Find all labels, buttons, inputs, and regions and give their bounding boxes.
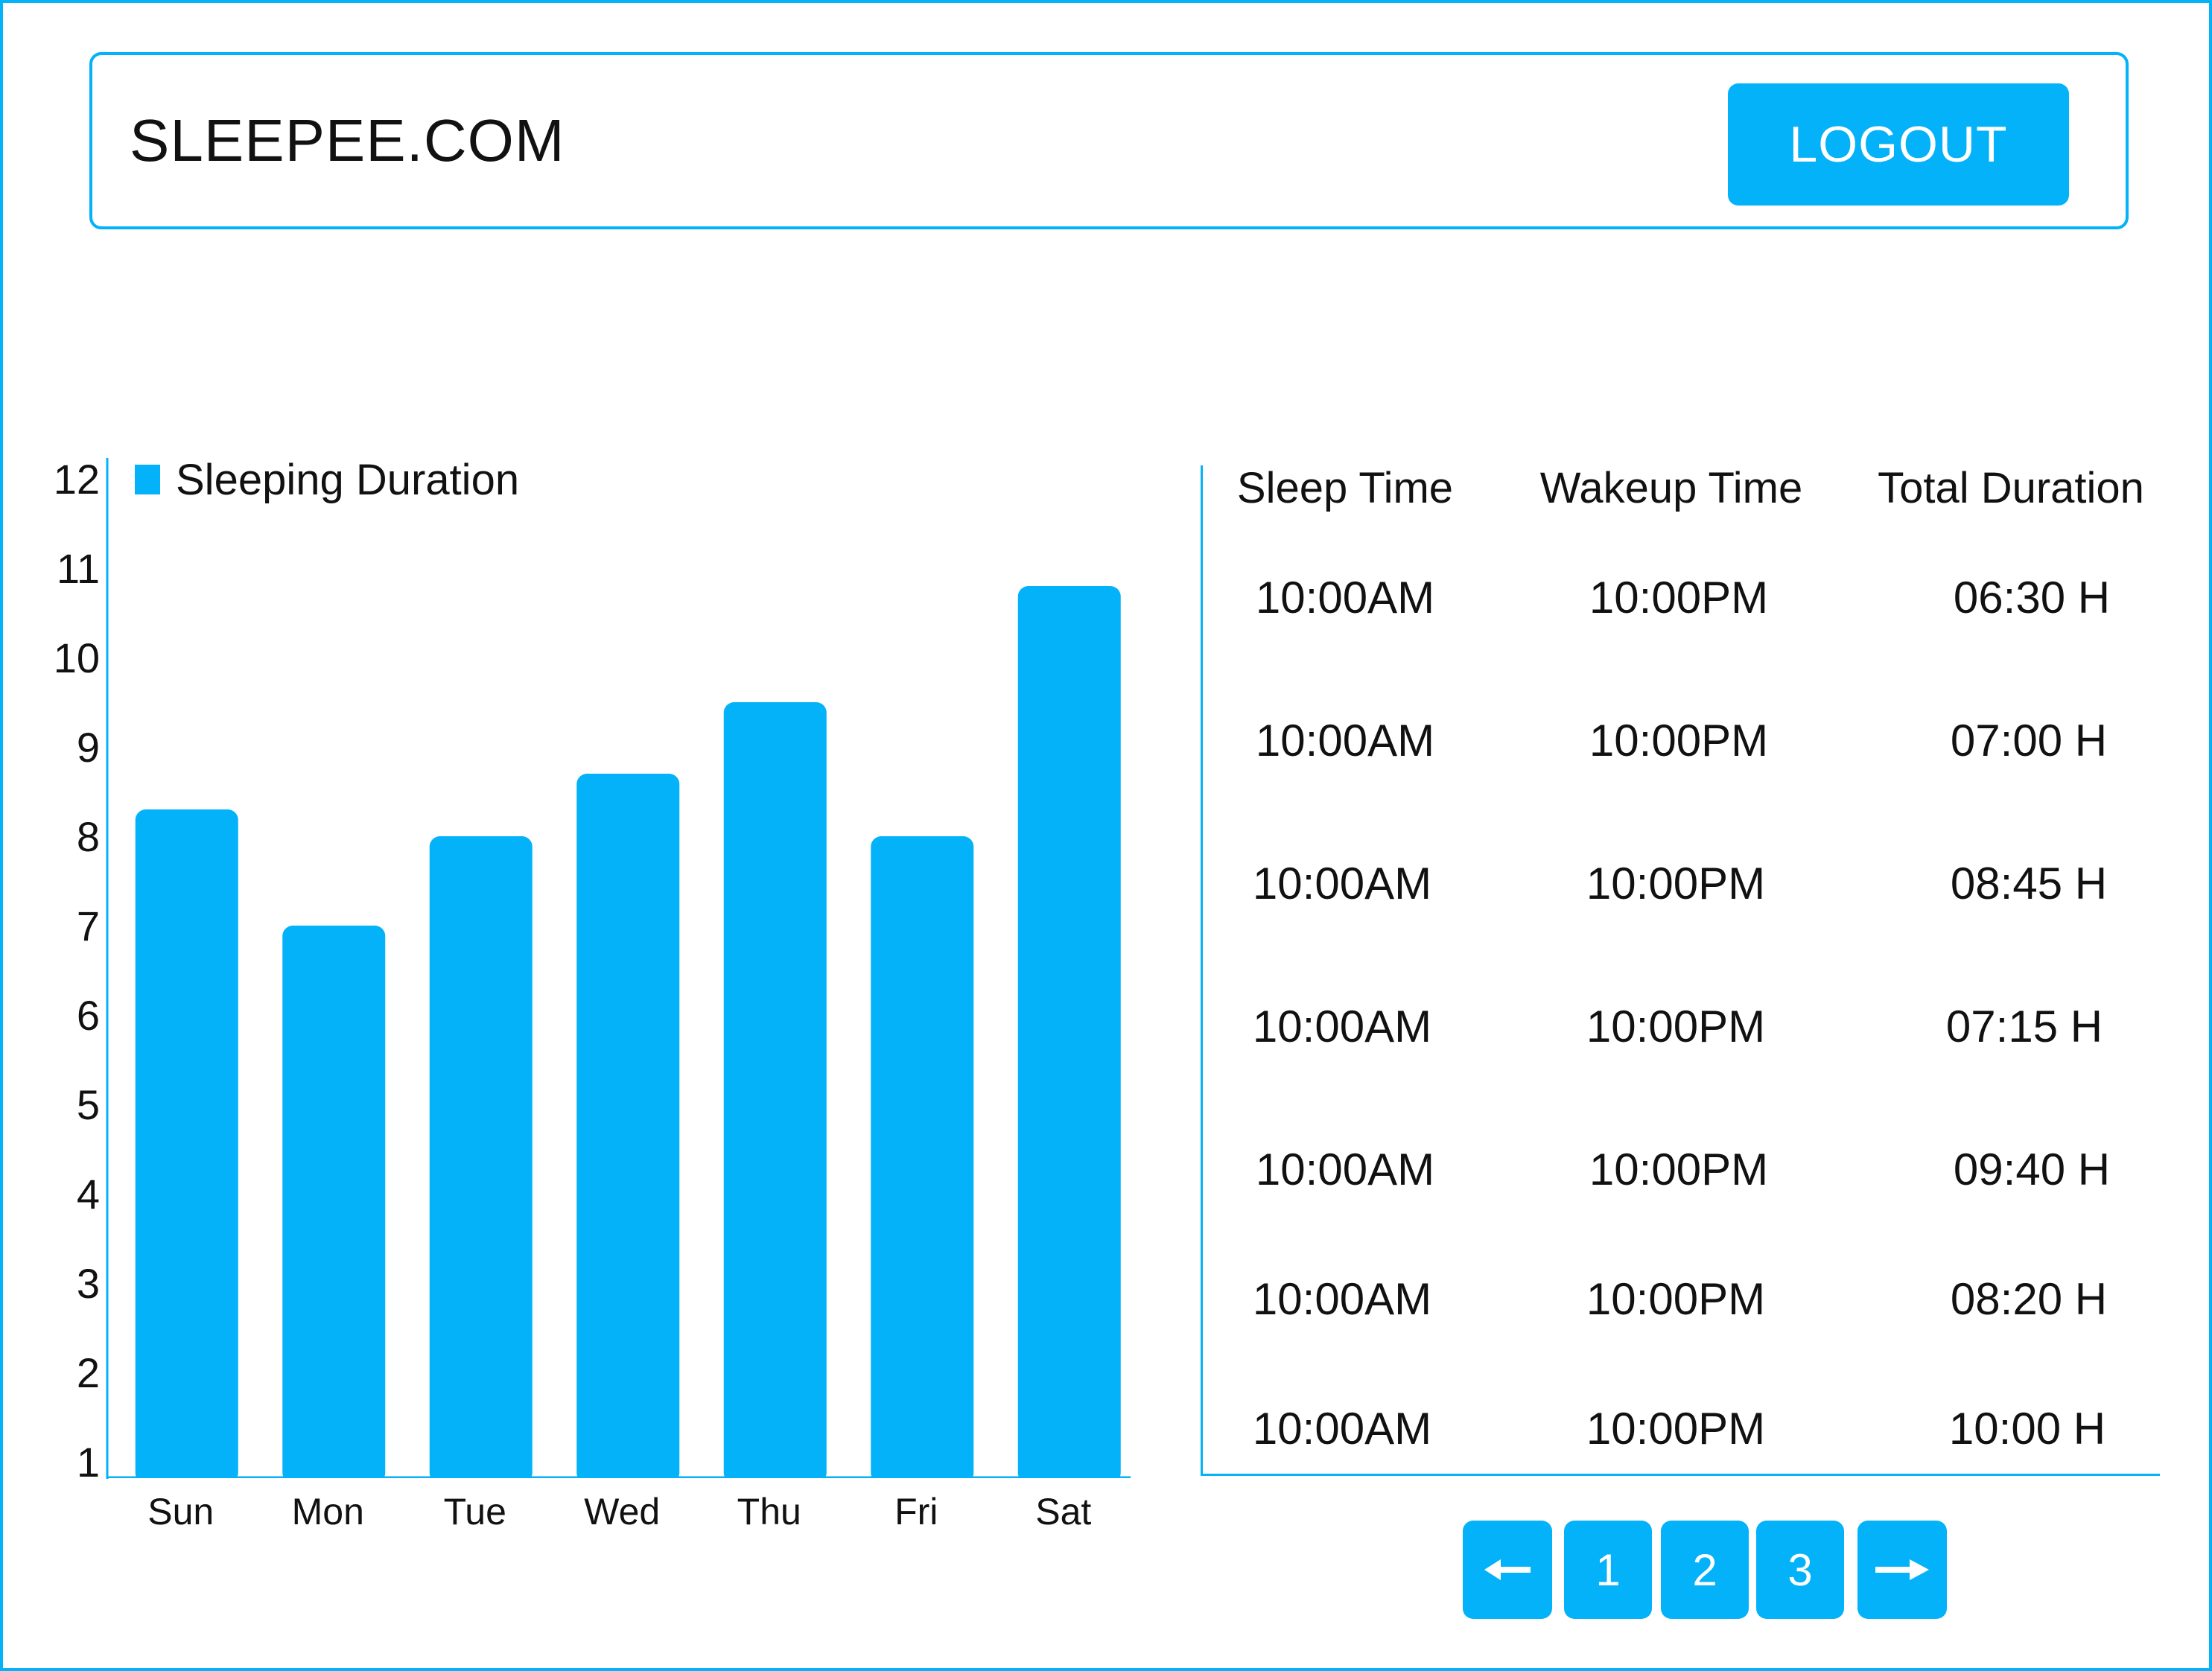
sleep-duration-chart: 123456789101112 Sun Mon Tue Wed Thu Fri Sat Sl… [54,456,1137,1532]
sleep-time-cell: 10:00AM [1252,1274,1432,1324]
total-duration-cell: 07:00 H [1950,716,2108,766]
total-duration-cell: 07:15 H [1945,1002,2103,1051]
sleep-time-cell: 10:00AM [1255,1145,1435,1194]
wakeup-time-cell: 10:00PM [1589,716,1769,766]
x-tick-label: Sat [1035,1491,1091,1532]
legend-label-sleeping-duration: Sleeping Duration [176,456,519,504]
total-duration-cell: 10:00 H [1948,1404,2106,1454]
wakeup-time-cell: 10:00PM [1586,1404,1766,1454]
page-2-button[interactable]: 2 [1661,1521,1749,1619]
arrow-left-icon [1484,1559,1531,1580]
y-tick-label: 3 [77,1260,100,1307]
total-duration-cell: 06:30 H [1953,573,2111,623]
total-duration-cell: 08:45 H [1950,859,2108,908]
y-tick-label: 12 [54,456,100,503]
bar-thu [723,702,827,1483]
bar-sun [135,809,238,1483]
bar-fri [871,836,974,1483]
total-duration-cell: 09:40 H [1953,1145,2111,1194]
x-tick-label: Sun [147,1491,214,1532]
y-tick-label: 5 [77,1081,100,1128]
sleep-time-cell: 10:00AM [1252,1002,1432,1051]
y-tick-label: 7 [77,903,100,949]
axis-baseline-mask [109,1478,1137,1487]
wakeup-time-cell: 10:00PM [1586,859,1766,908]
x-tick-label: Mon [292,1491,364,1532]
chart-legend: Sleeping Duration [135,456,519,504]
bar-tue [429,836,533,1483]
sleep-time-cell: 10:00AM [1252,859,1432,908]
y-tick-label: 8 [77,813,100,860]
x-tick-label: Thu [737,1491,801,1532]
y-tick-label: 10 [54,634,100,681]
y-tick-label: 4 [77,1171,100,1218]
y-tick-label: 6 [77,992,100,1039]
prev-page-button[interactable] [1463,1521,1552,1619]
sleep-time-cell: 10:00AM [1252,1404,1432,1454]
bar-series [109,586,1137,1487]
y-tick-label: 1 [77,1439,100,1486]
wakeup-time-cell: 10:00PM [1589,573,1769,623]
bar-wed [576,774,680,1483]
sleep-time-cell: 10:00AM [1255,573,1435,623]
column-header-sleep-time: Sleep Time [1236,464,1454,512]
logout-button[interactable]: LOGOUT [1728,83,2069,206]
arrow-right-icon [1875,1559,1929,1580]
x-tick-label: Fri [894,1491,938,1532]
bar-mon [282,926,386,1483]
page-3-button[interactable]: 3 [1756,1521,1844,1619]
column-header-total-duration: Total Duration [1878,464,2144,512]
table-horizontal-axis [1201,1474,2160,1476]
table-vertical-axis [1201,465,1203,1476]
y-tick-label: 9 [77,724,100,771]
legend-swatch [135,465,160,494]
bar-sat [1017,586,1121,1483]
next-page-button[interactable] [1857,1521,1947,1619]
page-1-button[interactable]: 1 [1564,1521,1652,1619]
x-tick-label: Tue [444,1491,506,1532]
wakeup-time-cell: 10:00PM [1589,1145,1769,1194]
x-tick-label: Wed [584,1491,660,1532]
x-axis-categories: Sun Mon Tue Wed Thu Fri Sat [147,1491,1091,1532]
column-header-wakeup-time: Wakeup Time [1539,464,1803,512]
y-tick-label: 2 [77,1349,100,1396]
y-tick-label: 11 [57,545,100,592]
y-axis-ticks: 123456789101112 [54,456,100,1486]
wakeup-time-cell: 10:00PM [1586,1002,1766,1051]
sleep-time-cell: 10:00AM [1255,716,1435,766]
wakeup-time-cell: 10:00PM [1586,1274,1766,1324]
total-duration-cell: 08:20 H [1950,1274,2108,1324]
